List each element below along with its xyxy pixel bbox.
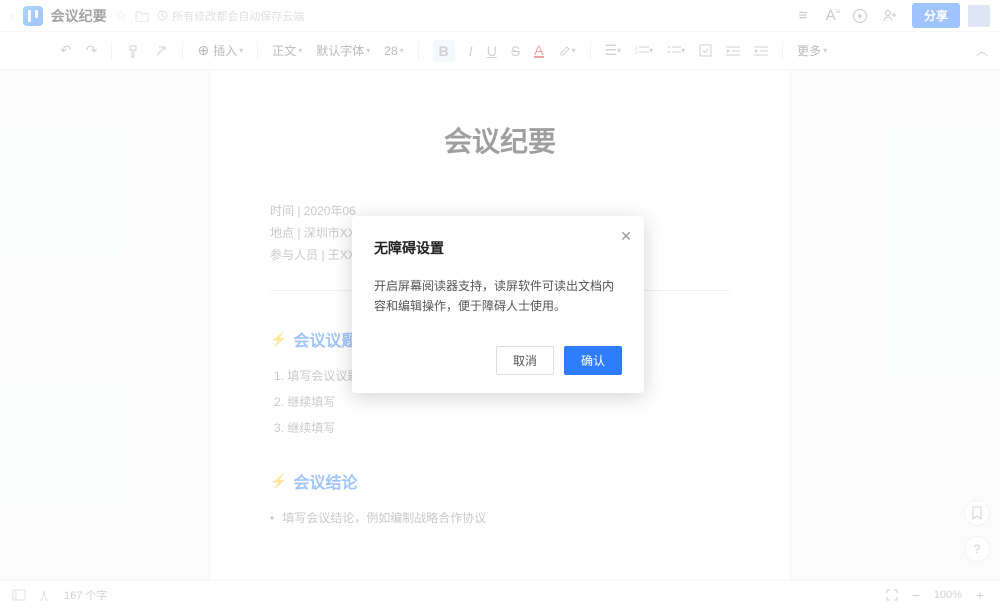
task-list-button[interactable] <box>699 44 712 57</box>
folder-icon[interactable] <box>135 10 149 22</box>
user-avatar[interactable] <box>968 5 990 27</box>
document-title[interactable]: 会议纪要 <box>51 6 107 26</box>
undo-icon[interactable]: ↶ <box>60 42 72 59</box>
status-bar: 167 个字 − 100% + <box>0 580 1000 608</box>
ordered-list-button[interactable]: 12▾ <box>635 45 653 57</box>
app-logo-icon[interactable] <box>23 6 43 26</box>
floating-actions: ? <box>964 500 990 562</box>
bold-button[interactable]: B <box>433 40 455 62</box>
underline-button[interactable]: U <box>487 43 497 59</box>
bookmark-button[interactable] <box>964 500 990 526</box>
conclusion-list: 填写会议结论，例如编制战略合作协议 <box>270 505 730 531</box>
font-dropdown[interactable]: 默认字体 ▾ <box>316 42 370 59</box>
share-button[interactable]: 分享 <box>912 3 960 28</box>
play-icon[interactable] <box>852 8 874 24</box>
title-bar: ‹ 会议纪要 ☆ 所有修改都会自动保存云端 ≡ A≡ 分享 <box>0 0 1000 32</box>
indent-button[interactable] <box>754 45 768 57</box>
text-style-icon[interactable]: A≡ <box>822 7 844 24</box>
svg-text:2: 2 <box>635 50 638 56</box>
italic-button[interactable]: I <box>469 43 473 59</box>
cancel-button[interactable]: 取消 <box>496 346 554 375</box>
align-button[interactable]: ☰▾ <box>605 42 622 59</box>
redo-icon[interactable]: ↷ <box>86 42 98 59</box>
accessibility-dialog: ✕ 无障碍设置 开启屏幕阅读器支持，读屏软件可读出文档内容和编辑操作，便于障碍人… <box>352 216 644 393</box>
confirm-button[interactable]: 确认 <box>564 346 622 375</box>
zoom-out-button[interactable]: − <box>908 587 924 603</box>
list-item: 填写会议结论，例如编制战略合作协议 <box>270 505 730 531</box>
list-item: 3. 继续填写 <box>270 415 730 441</box>
fullscreen-icon[interactable] <box>886 589 898 601</box>
dialog-body: 开启屏幕阅读器支持，读屏软件可读出文档内容和编辑操作，便于障碍人士使用。 <box>374 276 622 316</box>
page-layout-icon[interactable] <box>12 589 26 601</box>
reading-view-icon[interactable] <box>38 589 52 601</box>
star-icon[interactable]: ☆ <box>115 7 128 24</box>
page-heading: 会议纪要 <box>270 120 730 160</box>
word-count[interactable]: 167 个字 <box>64 587 107 603</box>
close-icon[interactable]: ✕ <box>620 228 632 245</box>
paragraph-style-dropdown[interactable]: 正文 ▾ <box>272 42 302 59</box>
format-painter-icon[interactable] <box>126 44 140 58</box>
clear-format-icon[interactable] <box>154 44 168 58</box>
font-color-button[interactable]: A <box>534 44 543 58</box>
insert-dropdown[interactable]: ⊕插入 ▾ <box>197 42 243 59</box>
zoom-in-button[interactable]: + <box>972 587 988 603</box>
collapse-toolbar-icon[interactable]: ︿ <box>976 42 988 59</box>
font-size-dropdown[interactable]: 28 ▾ <box>384 44 403 58</box>
bullet-list-button[interactable]: ▾ <box>667 45 685 57</box>
dialog-title: 无障碍设置 <box>374 238 622 258</box>
add-user-icon[interactable] <box>882 8 904 24</box>
bolt-icon: ⚡ <box>270 473 287 490</box>
bolt-icon: ⚡ <box>270 331 287 348</box>
highlight-button[interactable]: ▾ <box>558 44 576 58</box>
menu-icon[interactable]: ≡ <box>792 7 814 24</box>
back-icon[interactable]: ‹ <box>10 8 15 24</box>
help-button[interactable]: ? <box>964 536 990 562</box>
more-dropdown[interactable]: 更多 ▾ <box>797 42 827 59</box>
strikethrough-button[interactable]: S <box>511 43 520 59</box>
zoom-level[interactable]: 100% <box>934 589 962 601</box>
autosave-status: 所有修改都会自动保存云端 <box>157 8 304 24</box>
section-heading-conclusion: ⚡会议结论 <box>270 469 730 493</box>
outdent-button[interactable] <box>726 45 740 57</box>
format-toolbar: ↶ ↷ ⊕插入 ▾ 正文 ▾ 默认字体 ▾ 28 ▾ B I U S A ▾ ☰… <box>0 32 1000 70</box>
